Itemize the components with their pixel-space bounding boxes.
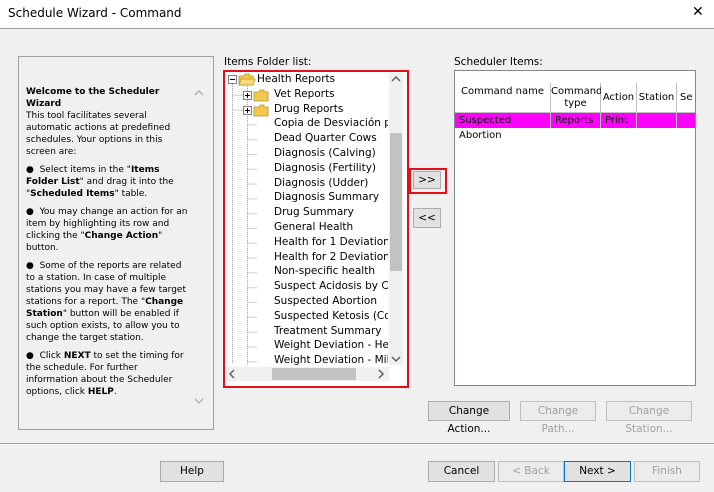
- tree-item[interactable]: Diagnosis (Calving): [274, 146, 376, 161]
- bullet-bold: NEXT: [63, 351, 91, 361]
- collapse-icon[interactable]: [228, 75, 237, 84]
- tree-folder[interactable]: Vet Reports: [274, 87, 335, 102]
- column-header[interactable]: Se: [677, 83, 695, 113]
- finish-button[interactable]: Finish: [634, 461, 700, 482]
- welcome-intro: This tool facilitates several automatic …: [26, 111, 171, 157]
- tree-item[interactable]: Suspect Acidosis by Cows: [274, 279, 388, 294]
- table-cell[interactable]: [637, 113, 677, 128]
- bullet-text: Select items in the ": [39, 165, 131, 175]
- tree-item[interactable]: Copia de Desviación pesc: [274, 116, 388, 131]
- back-button[interactable]: < Back: [498, 461, 564, 482]
- column-header[interactable]: Command type: [551, 83, 602, 113]
- folder-icon: [253, 89, 269, 102]
- scheduler-items-table[interactable]: Command name Command type Action Station…: [454, 70, 696, 386]
- divider: [0, 28, 714, 29]
- cancel-button[interactable]: Cancel: [428, 461, 495, 482]
- tree-node-root[interactable]: Health Reports: [257, 73, 335, 87]
- window-title: Schedule Wizard - Command: [8, 6, 182, 20]
- tree-item[interactable]: Weight Deviation - Heifer: [274, 338, 388, 353]
- table-cell[interactable]: Reports: [551, 113, 601, 128]
- expand-icon[interactable]: [243, 90, 252, 100]
- tree-vertical-scrollbar[interactable]: [389, 73, 403, 365]
- next-button[interactable]: Next >: [564, 461, 631, 482]
- change-path-button[interactable]: Change Path...: [520, 401, 596, 435]
- scroll-arrows-icon: [228, 368, 385, 380]
- welcome-scrollbar[interactable]: [190, 85, 208, 415]
- column-header[interactable]: Action: [601, 83, 637, 113]
- footer-divider-highlight: [0, 444, 714, 445]
- tree-item[interactable]: Weight Deviation - Milk: [274, 353, 388, 365]
- change-action-button[interactable]: Change Action...: [428, 401, 510, 435]
- tree-item[interactable]: Drug Summary: [274, 205, 354, 220]
- close-icon[interactable]: ✕: [692, 4, 704, 20]
- change-station-button[interactable]: Change Station...: [606, 401, 692, 435]
- expand-icon[interactable]: [243, 105, 252, 115]
- tree-viewport[interactable]: Health Reports Vet Reports Drug Reports Cop…: [226, 73, 388, 365]
- table-cell[interactable]: Print: [601, 113, 637, 128]
- tree-item[interactable]: Suspected Ketosis (Combi: [274, 309, 388, 324]
- remove-from-schedule-button[interactable]: <<: [413, 208, 441, 228]
- bullet-bold: Scheduled Items: [30, 189, 115, 199]
- welcome-text: Welcome to the Scheduler Wizard This tool…: [26, 87, 188, 397]
- tree-item[interactable]: Treatment Summary: [274, 324, 382, 339]
- tree-item[interactable]: Diagnosis Summary: [274, 190, 379, 205]
- help-button[interactable]: Help: [160, 461, 224, 482]
- welcome-heading: Welcome to the Scheduler Wizard: [26, 87, 160, 109]
- tree-item[interactable]: General Health: [274, 220, 353, 235]
- table-cell[interactable]: Suspected Abortion: [455, 113, 551, 141]
- bullet-text: Click: [39, 351, 64, 361]
- add-to-schedule-button[interactable]: >>: [413, 171, 441, 189]
- column-header[interactable]: Command name: [455, 83, 551, 113]
- bullet-text: " table.: [114, 189, 148, 199]
- bullet-text: .: [113, 387, 117, 397]
- open-folder-icon: [238, 73, 256, 86]
- bullet-bold: Change Action: [84, 231, 159, 241]
- tree-item[interactable]: Diagnosis (Fertility): [274, 161, 376, 176]
- tree-folder[interactable]: Drug Reports: [274, 102, 343, 117]
- tree-item[interactable]: Dead Quarter Cows: [274, 131, 377, 146]
- bullet-bold: HELP: [87, 387, 114, 397]
- table-cell[interactable]: [677, 113, 695, 128]
- scroll-arrows-icon: [194, 89, 204, 405]
- tree-label: Items Folder list:: [224, 56, 312, 68]
- tree-item[interactable]: Diagnosis (Udder): [274, 176, 368, 191]
- tree-item[interactable]: Health for 2 Deviations: [274, 250, 388, 265]
- tree-horizontal-scrollbar[interactable]: [226, 367, 389, 381]
- scheduler-label: Scheduler Items:: [454, 56, 543, 68]
- column-header[interactable]: Station: [637, 83, 677, 113]
- scroll-arrows-icon: [390, 75, 402, 363]
- tree-item[interactable]: Suspected Abortion: [274, 294, 377, 309]
- folder-icon: [253, 104, 269, 116]
- tree-item[interactable]: Health for 1 Deviation: [274, 235, 388, 250]
- tree-item[interactable]: Non-specific health: [274, 264, 375, 279]
